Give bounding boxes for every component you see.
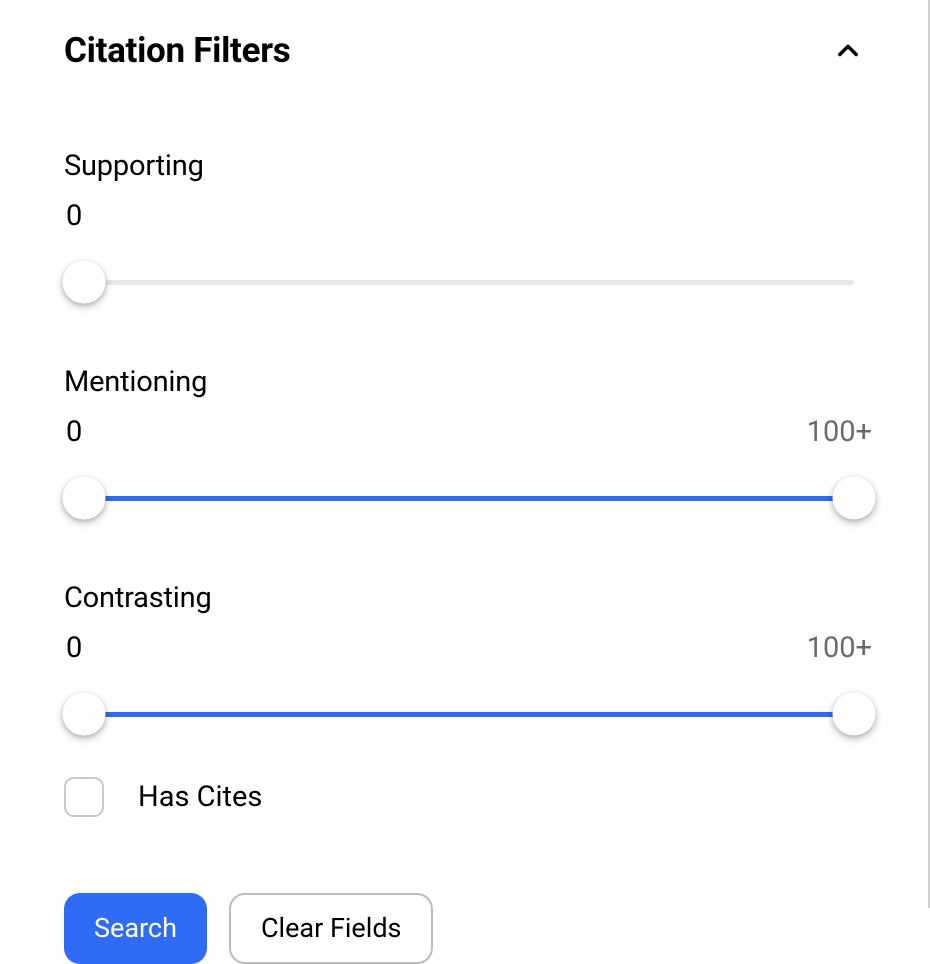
contrasting-label: Contrasting xyxy=(64,581,874,615)
mentioning-track-fill xyxy=(84,496,854,501)
slider-track-bg xyxy=(84,280,854,285)
mentioning-thumb-max[interactable] xyxy=(833,477,876,520)
contrasting-thumb-max[interactable] xyxy=(833,693,876,736)
chevron-up-icon xyxy=(834,37,862,65)
has-cites-checkbox[interactable] xyxy=(64,777,104,817)
mentioning-thumb-min[interactable] xyxy=(63,477,106,520)
contrasting-slider-group: Contrasting 0 100+ xyxy=(64,581,874,737)
mentioning-slider-group: Mentioning 0 100+ xyxy=(64,365,874,521)
supporting-slider[interactable] xyxy=(64,259,874,305)
supporting-min-value: 0 xyxy=(66,199,82,233)
contrasting-slider[interactable] xyxy=(64,691,874,737)
contrasting-max-value: 100+ xyxy=(807,631,872,665)
panel-header[interactable]: Citation Filters xyxy=(64,30,874,71)
mentioning-slider[interactable] xyxy=(64,475,874,521)
panel-title: Citation Filters xyxy=(64,30,290,71)
search-button[interactable]: Search xyxy=(64,893,207,964)
action-buttons: Search Clear Fields xyxy=(64,893,874,964)
contrasting-min-value: 0 xyxy=(66,631,82,665)
supporting-label: Supporting xyxy=(64,149,874,183)
has-cites-row: Has Cites xyxy=(64,777,874,817)
mentioning-min-value: 0 xyxy=(66,415,82,449)
citation-filters-panel: Citation Filters Supporting 0 Mentioning… xyxy=(0,0,928,964)
contrasting-thumb-min[interactable] xyxy=(63,693,106,736)
mentioning-values: 0 100+ xyxy=(64,415,874,449)
contrasting-values: 0 100+ xyxy=(64,631,874,665)
has-cites-label: Has Cites xyxy=(138,780,262,814)
contrasting-track-fill xyxy=(84,712,854,717)
mentioning-max-value: 100+ xyxy=(807,415,872,449)
mentioning-label: Mentioning xyxy=(64,365,874,399)
clear-fields-button[interactable]: Clear Fields xyxy=(229,893,434,964)
supporting-values: 0 xyxy=(64,199,874,233)
supporting-thumb-min[interactable] xyxy=(63,261,106,304)
supporting-slider-group: Supporting 0 xyxy=(64,149,874,305)
